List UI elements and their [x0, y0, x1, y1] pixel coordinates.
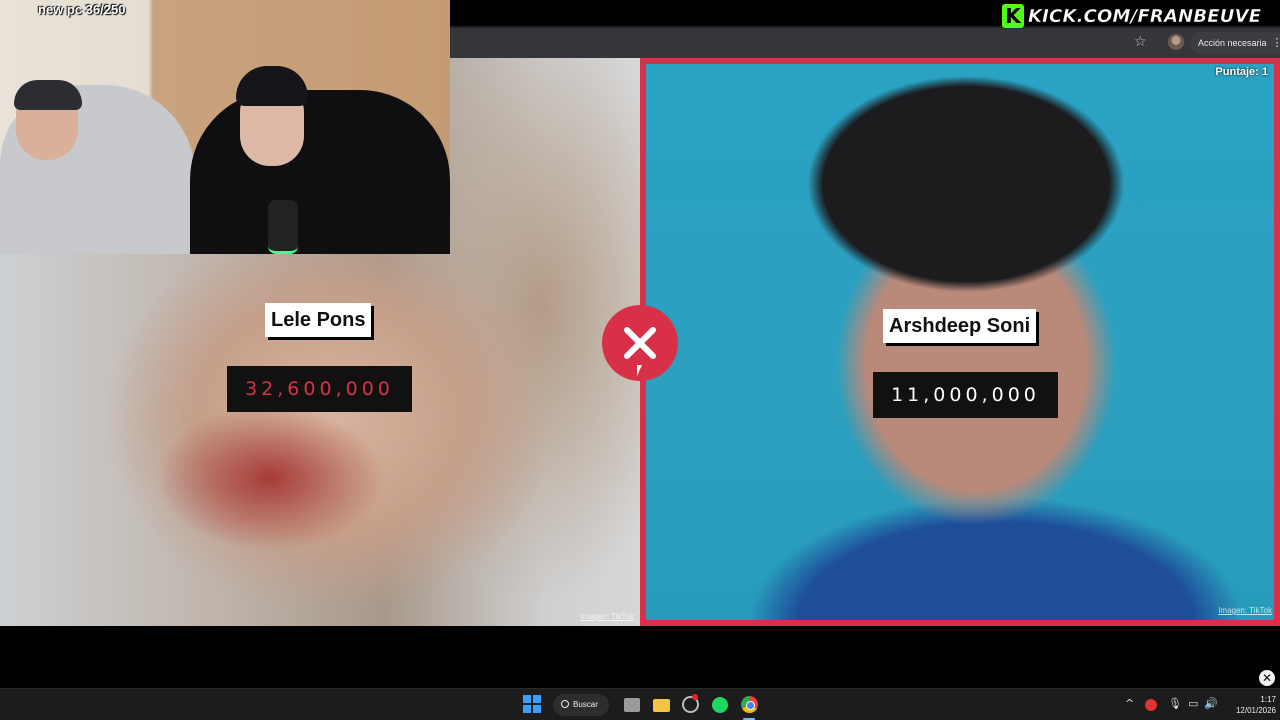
action-needed-label: Acción necesaria — [1198, 38, 1267, 48]
x-icon — [624, 327, 656, 359]
kick-channel-url: KICK.COM/FRANBEUVE — [1028, 5, 1262, 27]
clock-time: 1:17 — [1260, 695, 1276, 704]
close-overlay-button[interactable]: ✕ — [1259, 670, 1275, 686]
left-option-name: Lele Pons — [265, 303, 372, 337]
spotify-icon[interactable] — [712, 697, 728, 713]
windows-start-icon[interactable] — [523, 695, 541, 713]
taskbar-clock[interactable]: 1:17 12/01/2026 — [1224, 694, 1276, 716]
profile-avatar-icon[interactable] — [1168, 34, 1184, 50]
right-option-name: Arshdeep Soni — [883, 309, 1037, 343]
webcam-caption: new pc 36/250 — [38, 2, 126, 17]
tray-chevron-up-icon[interactable]: ^ — [1125, 697, 1134, 710]
bookmark-star-icon[interactable]: ☆ — [1134, 34, 1150, 50]
webcam-person-right — [190, 90, 450, 254]
taskbar-search-button[interactable]: Buscar — [553, 694, 609, 716]
kick-logo-icon: K — [1002, 4, 1024, 28]
action-needed-button[interactable]: Acción necesaria ⋮ — [1190, 32, 1280, 54]
chrome-icon[interactable] — [741, 696, 758, 713]
windows-taskbar: Buscar ^ 🎙 ▭ 🔊 1:17 12/01/2026 — [0, 688, 1280, 720]
webcam-overlay: new pc 36/250 — [0, 0, 450, 254]
mouse-cursor — [637, 365, 642, 376]
webcam-person-right-beanie — [236, 66, 308, 106]
webcam-microphone — [268, 200, 298, 254]
left-image-credit[interactable]: Imagen: TikTok — [580, 612, 634, 621]
clock-date: 12/01/2026 — [1235, 706, 1276, 715]
task-view-icon[interactable] — [624, 698, 640, 712]
search-icon — [561, 700, 569, 708]
right-option-value: 11,000,000 — [873, 372, 1058, 418]
webcam-person-left-cap — [14, 80, 82, 110]
tray-microphone-icon[interactable]: 🎙 — [1168, 697, 1182, 710]
kick-channel-badge: K KICK.COM/FRANBEUVE — [1002, 3, 1278, 29]
score-label: Puntaje: 1 — [1215, 66, 1268, 78]
file-explorer-icon[interactable] — [653, 699, 670, 712]
taskbar-search-label: Buscar — [573, 700, 598, 709]
left-option-value: 32,600,000 — [227, 366, 412, 412]
steam-notification-dot — [692, 694, 698, 700]
tray-network-icon[interactable]: ▭ — [1188, 697, 1198, 710]
browser-toolbar: ☆ Acción necesaria ⋮ — [450, 28, 1280, 58]
tray-volume-icon[interactable]: 🔊 — [1204, 697, 1218, 710]
right-image-credit[interactable]: Imagen: TikTok — [1218, 606, 1272, 615]
right-option-panel: Puntaje: 1 Arshdeep Soni 11,000,000 Imag… — [640, 58, 1280, 626]
menu-kebab-icon[interactable]: ⋮ — [1272, 32, 1280, 54]
tray-app-icon[interactable] — [1145, 699, 1157, 711]
